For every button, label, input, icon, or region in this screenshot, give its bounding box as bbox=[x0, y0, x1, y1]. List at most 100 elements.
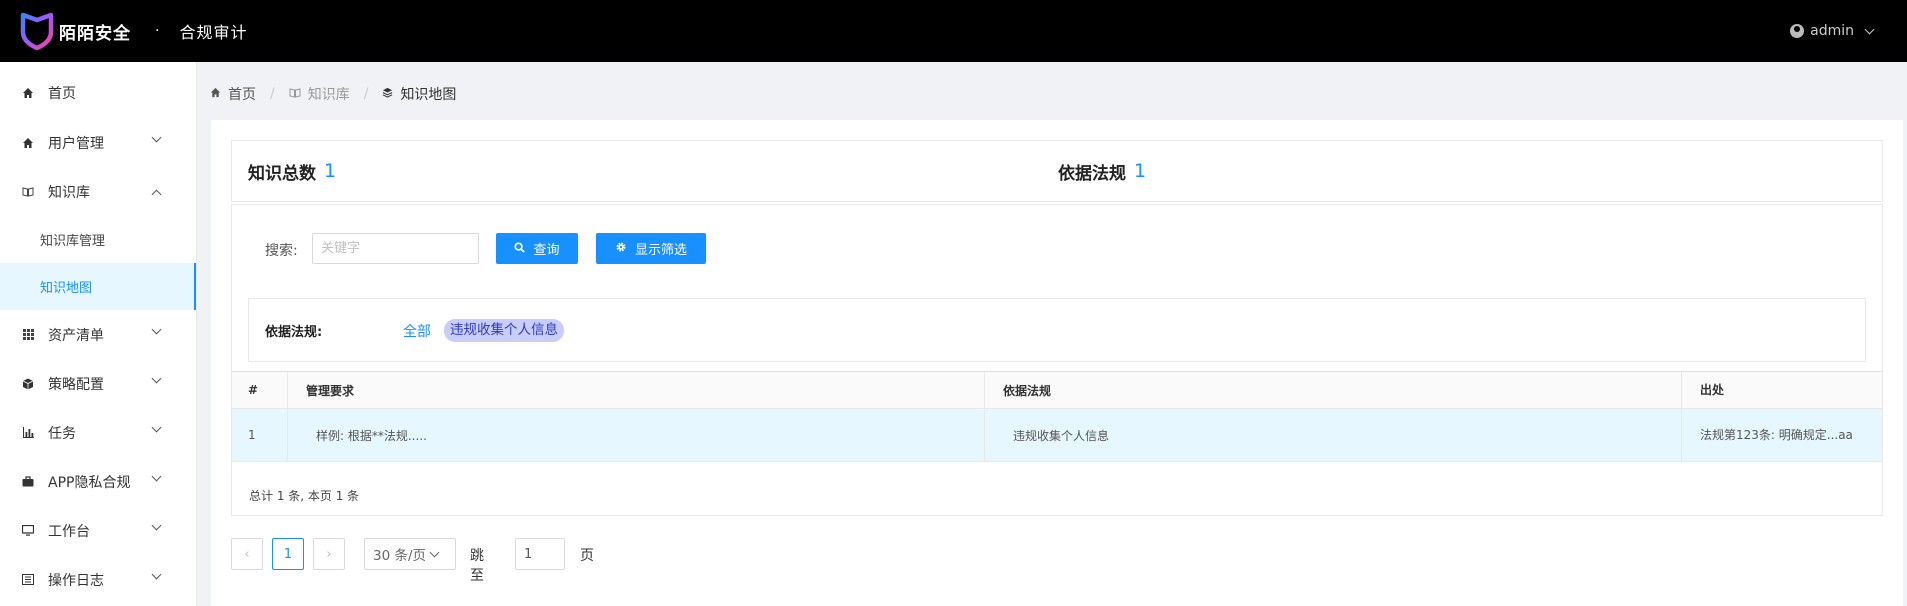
stat-law-label: 依据法规 bbox=[1058, 163, 1126, 184]
top-header: 陌陌安全 · 合规审计 admin bbox=[0, 0, 1907, 62]
table-cell-law: 违规收集个人信息 bbox=[985, 409, 1682, 461]
sidebar: 首页 用户管理 知识库 知识库管理 知识地图 资产清单 策略配置 任务 APP隐… bbox=[0, 62, 197, 606]
sidebar-item-tasks[interactable]: 任务 bbox=[0, 408, 196, 457]
sidebar-item-label: 知识库 bbox=[48, 184, 90, 201]
chevron-down-icon bbox=[151, 373, 162, 384]
show-filter-button-label: 显示筛选 bbox=[634, 243, 687, 258]
breadcrumb-separator: / bbox=[363, 86, 369, 102]
search-input[interactable] bbox=[312, 233, 479, 264]
home-icon bbox=[210, 87, 221, 101]
sidebar-item-label: 工作台 bbox=[48, 523, 90, 540]
table-cell-index: 1 bbox=[232, 409, 288, 461]
search-row: 搜索: 查询 显示筛选 bbox=[232, 233, 732, 264]
home-icon bbox=[22, 137, 34, 149]
search-panel: 搜索: 查询 显示筛选 依据法规: 全部 违规收集个人信息 # bbox=[231, 204, 1883, 516]
prev-page-button[interactable]: ‹ bbox=[231, 538, 263, 570]
filter-label: 依据法规: bbox=[265, 325, 323, 340]
page-number-button[interactable]: 1 bbox=[272, 538, 304, 570]
column-header: 管理要求 bbox=[288, 372, 985, 408]
breadcrumb-knowledge[interactable]: 知识库 bbox=[308, 84, 350, 104]
breadcrumb-home[interactable]: 首页 bbox=[228, 84, 256, 104]
chevron-up-icon bbox=[151, 189, 162, 200]
sidebar-subitem-label: 知识地图 bbox=[40, 281, 93, 296]
search-icon bbox=[514, 241, 526, 256]
table-header-row: # 管理要求 依据法规 出处 bbox=[232, 372, 1882, 409]
home-icon bbox=[22, 87, 34, 99]
filter-all-option[interactable]: 全部 bbox=[403, 321, 431, 341]
table-cell-source: 法规第123条: 明确规定...aa bbox=[1682, 409, 1882, 461]
logo-shield-icon bbox=[20, 12, 54, 50]
stat-total-label: 知识总数 bbox=[248, 163, 316, 184]
gear-icon bbox=[615, 241, 627, 256]
next-page-button[interactable]: › bbox=[313, 538, 345, 570]
header-separator: · bbox=[155, 23, 160, 39]
sidebar-item-label: 策略配置 bbox=[48, 376, 104, 393]
table-summary: 总计 1 条, 本页 1 条 bbox=[249, 489, 360, 503]
chevron-down-icon bbox=[151, 569, 162, 580]
column-header: 出处 bbox=[1682, 372, 1882, 408]
breadcrumb-current: 知识地图 bbox=[400, 87, 457, 103]
chevron-down-icon bbox=[151, 324, 162, 335]
sidebar-subitem-knowledge-management[interactable]: 知识库管理 bbox=[0, 216, 196, 263]
stat-law-value: 1 bbox=[1134, 160, 1147, 182]
chevron-down-icon bbox=[151, 132, 162, 143]
user-menu[interactable]: admin bbox=[1790, 0, 1875, 62]
chevron-down-icon bbox=[151, 520, 162, 531]
sidebar-subitem-knowledge-map[interactable]: 知识地图 bbox=[0, 263, 196, 310]
user-name: admin bbox=[1810, 23, 1854, 39]
sidebar-item-knowledge[interactable]: 知识库 bbox=[0, 167, 196, 216]
sidebar-item-app-privacy[interactable]: APP隐私合规 bbox=[0, 457, 196, 506]
sidebar-item-policy-config[interactable]: 策略配置 bbox=[0, 359, 196, 408]
filter-box: 依据法规: 全部 违规收集个人信息 bbox=[248, 298, 1866, 362]
sidebar-item-home[interactable]: 首页 bbox=[0, 68, 196, 118]
stat-total: 知识总数 1 bbox=[248, 141, 336, 201]
table-row[interactable]: 1 样例: 根据**法规..... 违规收集个人信息 法规第123条: 明确规定… bbox=[232, 409, 1882, 462]
brand-name: 陌陌安全 bbox=[59, 23, 131, 44]
sidebar-item-label: 操作日志 bbox=[48, 572, 104, 589]
stat-total-value: 1 bbox=[324, 160, 337, 182]
chevron-down-icon bbox=[151, 471, 162, 482]
query-button-label: 查询 bbox=[533, 243, 560, 258]
stats-bar: 知识总数 1 依据法规 1 bbox=[231, 140, 1883, 202]
book-icon bbox=[22, 186, 34, 198]
breadcrumb-separator: / bbox=[270, 86, 275, 102]
sidebar-item-label: 用户管理 bbox=[48, 135, 104, 152]
sidebar-item-label: APP隐私合规 bbox=[48, 474, 131, 491]
cube-icon bbox=[22, 378, 34, 390]
app-subtitle: 合规审计 bbox=[179, 23, 248, 42]
chevron-down-icon bbox=[151, 422, 162, 433]
table-cell-requirement: 样例: 根据**法规..... bbox=[288, 409, 985, 461]
monitor-icon bbox=[22, 525, 34, 537]
stat-law: 依据法规 1 bbox=[1058, 141, 1146, 201]
page-size-select[interactable]: 30 条/页 bbox=[364, 538, 456, 570]
user-icon bbox=[1790, 24, 1805, 38]
briefcase-icon bbox=[22, 476, 34, 488]
search-label: 搜索: bbox=[265, 243, 298, 259]
breadcrumb: 首页 / 知识库 / 知识地图 bbox=[210, 84, 456, 104]
goto-page-input[interactable] bbox=[515, 538, 565, 570]
bar-chart-icon bbox=[22, 427, 34, 439]
sidebar-item-operation-log[interactable]: 操作日志 bbox=[0, 555, 196, 604]
sidebar-item-user-management[interactable]: 用户管理 bbox=[0, 118, 196, 167]
layers-icon bbox=[382, 87, 393, 101]
sidebar-item-label: 资产清单 bbox=[48, 327, 104, 344]
column-header: # bbox=[232, 372, 288, 408]
sidebar-item-asset-list[interactable]: 资产清单 bbox=[0, 310, 196, 359]
book-icon bbox=[289, 87, 301, 101]
page-label: 页 bbox=[580, 548, 594, 564]
goto-label: 跳至 bbox=[470, 548, 484, 584]
main-content: 知识总数 1 依据法规 1 搜索: 查询 显示筛选 bbox=[211, 120, 1903, 606]
log-icon bbox=[22, 574, 34, 586]
sidebar-item-label: 任务 bbox=[48, 425, 76, 442]
filter-tag[interactable]: 违规收集个人信息 bbox=[444, 319, 564, 342]
show-filter-button[interactable]: 显示筛选 bbox=[596, 233, 706, 264]
grid-icon bbox=[22, 329, 34, 341]
knowledge-table: # 管理要求 依据法规 出处 1 样例: 根据**法规..... 违规收集个人信… bbox=[232, 371, 1882, 462]
chevron-down-icon bbox=[1864, 24, 1875, 34]
column-header: 依据法规 bbox=[985, 372, 1682, 408]
sidebar-subitem-label: 知识库管理 bbox=[40, 234, 106, 249]
chevron-down-icon bbox=[429, 547, 440, 557]
sidebar-item-workbench[interactable]: 工作台 bbox=[0, 506, 196, 555]
page-size-value: 30 条/页 bbox=[373, 548, 427, 564]
query-button[interactable]: 查询 bbox=[496, 233, 578, 264]
